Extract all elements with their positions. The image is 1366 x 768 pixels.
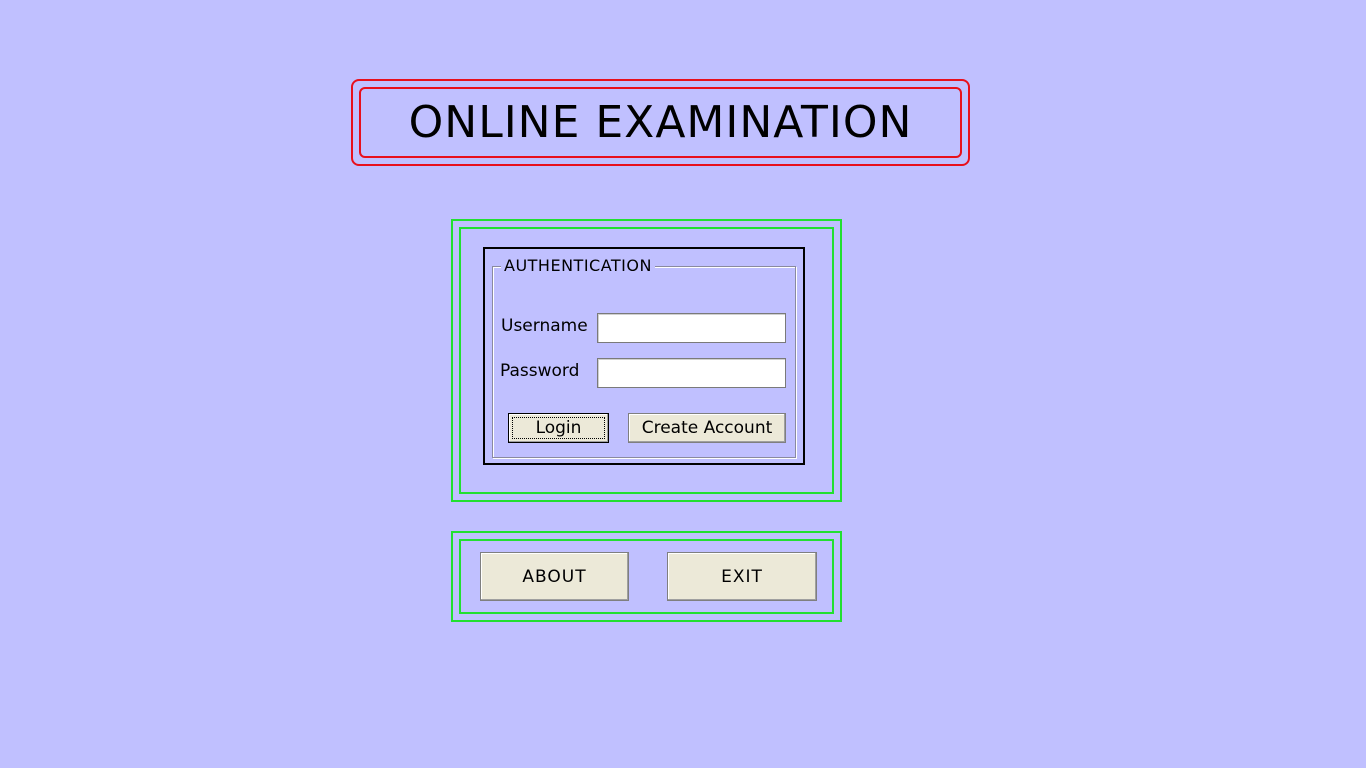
page-title: ONLINE EXAMINATION	[408, 97, 913, 148]
exit-button-label: EXIT	[721, 566, 763, 587]
create-account-button[interactable]: Create Account	[628, 413, 786, 443]
about-button-label: ABOUT	[522, 566, 587, 587]
username-input[interactable]	[597, 313, 786, 343]
main-window: ONLINE EXAMINATION AUTHENTICATION Userna…	[0, 0, 1366, 768]
title-frame: ONLINE EXAMINATION	[351, 79, 970, 166]
about-button[interactable]: ABOUT	[480, 552, 629, 601]
create-account-button-label: Create Account	[641, 418, 773, 438]
login-button-label: Login	[535, 418, 582, 438]
authentication-legend: AUTHENTICATION	[501, 256, 655, 275]
authentication-panel: AUTHENTICATION Username Password Login C…	[483, 247, 805, 465]
exit-button[interactable]: EXIT	[667, 552, 817, 601]
username-label: Username	[501, 316, 588, 336]
authentication-group: AUTHENTICATION Username Password Login C…	[492, 256, 796, 458]
title-inner-frame: ONLINE EXAMINATION	[359, 87, 962, 158]
password-input[interactable]	[597, 358, 786, 388]
password-label: Password	[500, 361, 580, 381]
login-button[interactable]: Login	[508, 413, 609, 443]
